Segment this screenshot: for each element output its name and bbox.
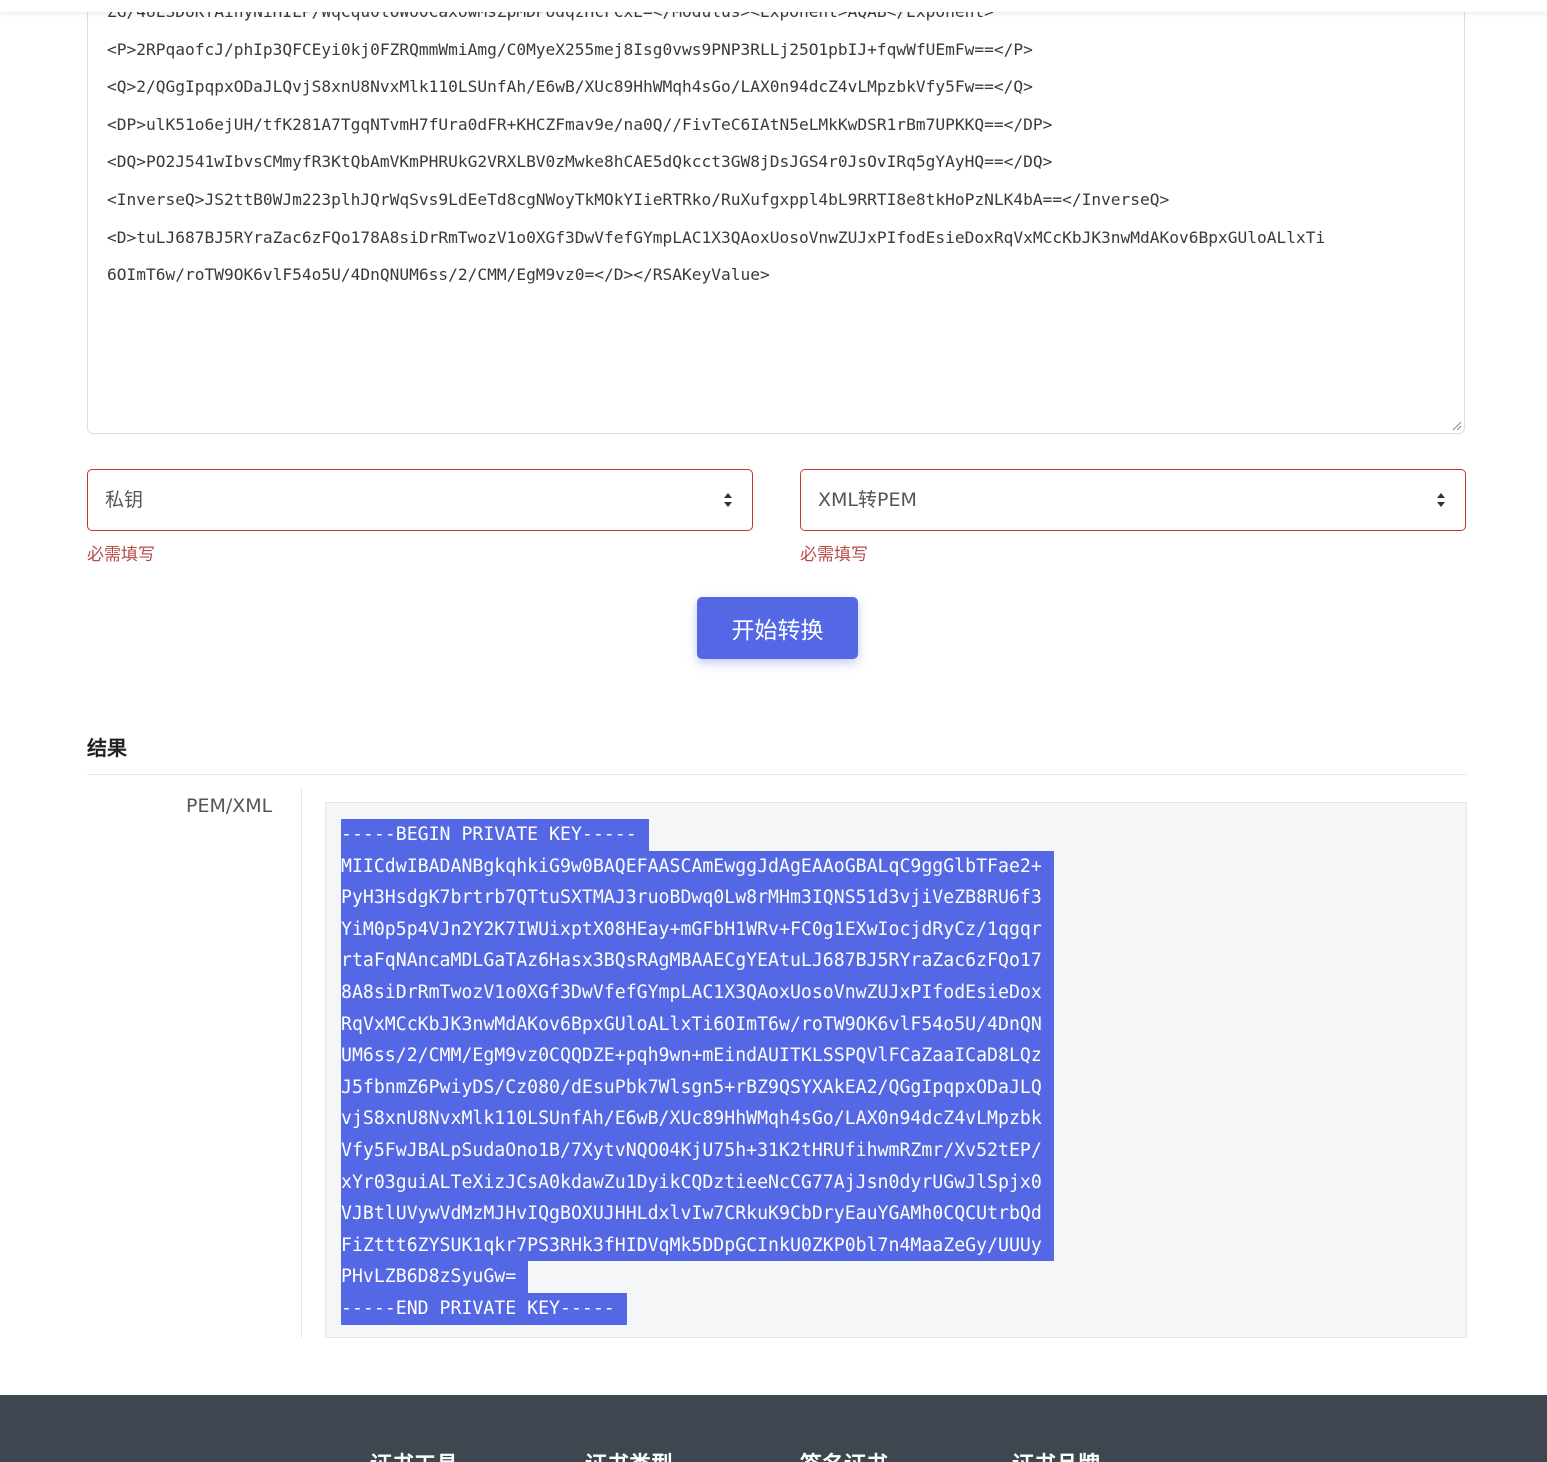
key-type-select-value: 私钥 bbox=[105, 489, 144, 511]
result-line: -----END PRIVATE KEY----- bbox=[341, 1292, 1054, 1325]
result-line-text: YiM0p5p4VJn2Y2K7IWUixptX08HEay+mGFbH1WRv… bbox=[341, 913, 1054, 946]
conversion-error: 必需填写 bbox=[800, 545, 868, 565]
result-line: J5fbnmZ6PwiyDS/Cz080/dEsuPbk7Wlsgn5+rBZ9… bbox=[341, 1071, 1054, 1104]
result-line: -----BEGIN PRIVATE KEY----- bbox=[341, 819, 1054, 851]
result-line-text: rtaFqNAncaMDLGaTAz6Hasx3BQsRAgMBAAECgYEA… bbox=[341, 945, 1054, 977]
footer-heading-signing-certs: 签名证书 bbox=[800, 1447, 888, 1462]
footer-heading-cert-tools: 证书工具 bbox=[370, 1447, 458, 1462]
key-input-line: <InverseQ>JS2ttB0WJm223plhJQrWqSvs9LdEeT… bbox=[107, 189, 1170, 209]
convert-button[interactable]: 开始转换 bbox=[697, 597, 858, 659]
result-line-text: vjS8xnU8NvxMlk110LSUnfAh/E6wB/XUc89HhWMq… bbox=[341, 1103, 1054, 1135]
result-output-text: -----BEGIN PRIVATE KEY----- MIICdwIBADANB… bbox=[341, 819, 1054, 1325]
result-line: RqVxMCcKbJK3nwMdAKov6BpxGUloALlxTi6OImT6… bbox=[341, 1008, 1054, 1041]
key-input-line: <DQ>PO2J541wIbvsCMmyfR3KtQbAmVKmPHRUkG2V… bbox=[107, 152, 1053, 172]
top-bar bbox=[0, 0, 1547, 12]
footer: 证书工具 证书类型 签名证书 证书品牌 bbox=[0, 1395, 1547, 1462]
divider bbox=[301, 788, 302, 1338]
result-line: FiZttt6ZYSUK1qkr7PS3RHk3fHIDVqMk5DDpGCIn… bbox=[341, 1229, 1054, 1262]
result-line-text: -----END PRIVATE KEY----- bbox=[341, 1292, 627, 1325]
key-input-text: ZG/4ULSDUKfAihyNiHILP/WqCqu0l6Wo0CaxowMs… bbox=[107, 0, 1445, 294]
resize-handle-icon[interactable] bbox=[1452, 421, 1462, 431]
key-input-line: <DP>ulK51o6ejUH/tfK281A7TgqNTvmH7fUra0dF… bbox=[107, 114, 1053, 134]
result-line-text: PHvLZB6D8zSyuGw= bbox=[341, 1261, 529, 1293]
result-line-text: PyH3HsdgK7brtrb7QTtuSXTMAJ3ruoBDwq0Lw8rM… bbox=[341, 882, 1054, 914]
result-label: PEM/XML bbox=[186, 795, 273, 817]
result-line-text: FiZttt6ZYSUK1qkr7PS3RHk3fHIDVqMk5DDpGCIn… bbox=[341, 1229, 1054, 1262]
result-line: rtaFqNAncaMDLGaTAz6Hasx3BQsRAgMBAAECgYEA… bbox=[341, 945, 1054, 977]
result-section-title: 结果 bbox=[87, 736, 127, 760]
result-line-text: MIICdwIBADANBgkqhkiG9w0BAQEFAASCAmEwggJd… bbox=[341, 850, 1054, 883]
footer-heading-cert-brands: 证书品牌 bbox=[1012, 1447, 1100, 1462]
result-line: xYr03guiALTeXizJCsA0kdawZu1DyikCQDztieeN… bbox=[341, 1166, 1054, 1199]
conversion-select[interactable]: XML转PEM bbox=[800, 469, 1466, 531]
result-line: Vfy5FwJBALpSudaOno1B/7XytvNQO04KjU75h+31… bbox=[341, 1134, 1054, 1167]
result-line-text: VJBtlUVywVdMzMJHvIQgBOXUJHHLdxlvIw7CRkuK… bbox=[341, 1198, 1054, 1230]
result-line-text: Vfy5FwJBALpSudaOno1B/7XytvNQO04KjU75h+31… bbox=[341, 1134, 1054, 1167]
result-line-text: xYr03guiALTeXizJCsA0kdawZu1DyikCQDztieeN… bbox=[341, 1166, 1054, 1199]
result-line: YiM0p5p4VJn2Y2K7IWUixptX08HEay+mGFbH1WRv… bbox=[341, 913, 1054, 946]
result-line: 8A8siDrRmTwozV1o0XGf3DwVfefGYmpLAC1X3QAo… bbox=[341, 976, 1054, 1009]
select-arrows-icon bbox=[1437, 493, 1445, 507]
result-line-text: 8A8siDrRmTwozV1o0XGf3DwVfefGYmpLAC1X3QAo… bbox=[341, 976, 1054, 1009]
result-output[interactable]: -----BEGIN PRIVATE KEY----- MIICdwIBADANB… bbox=[325, 802, 1467, 1338]
key-input-line: 6OImT6w/roTW9OK6vlF54o5U/4DnQNUM6ss/2/CM… bbox=[107, 265, 770, 285]
key-input-textarea[interactable]: ZG/4ULSDUKfAihyNiHILP/WqCqu0l6Wo0CaxowMs… bbox=[87, 0, 1465, 434]
key-input-line: <P>2RPqaofcJ/phIp3QFCEyi0kj0FZRQmmWmiAmg… bbox=[107, 39, 1033, 59]
result-line: PHvLZB6D8zSyuGw= bbox=[341, 1261, 1054, 1293]
footer-heading-cert-types: 证书类型 bbox=[585, 1447, 673, 1462]
select-arrows-icon bbox=[724, 493, 732, 507]
result-line: PyH3HsdgK7brtrb7QTtuSXTMAJ3ruoBDwq0Lw8rM… bbox=[341, 882, 1054, 914]
divider bbox=[87, 774, 1467, 775]
result-line-text: -----BEGIN PRIVATE KEY----- bbox=[341, 819, 649, 851]
result-line: vjS8xnU8NvxMlk110LSUnfAh/E6wB/XUc89HhWMq… bbox=[341, 1103, 1054, 1135]
key-input-line: <D>tuLJ687BJ5RYraZac6zFQo178A8siDrRmTwoz… bbox=[107, 227, 1326, 247]
result-line: VJBtlUVywVdMzMJHvIQgBOXUJHHLdxlvIw7CRkuK… bbox=[341, 1198, 1054, 1230]
key-type-select[interactable]: 私钥 bbox=[87, 469, 753, 531]
result-line-text: RqVxMCcKbJK3nwMdAKov6BpxGUloALlxTi6OImT6… bbox=[341, 1008, 1054, 1041]
key-input-line: <Q>2/QGgIpqpxODaJLQvjS8xnU8NvxMlk110LSUn… bbox=[107, 77, 1033, 97]
result-line: MIICdwIBADANBgkqhkiG9w0BAQEFAASCAmEwggJd… bbox=[341, 850, 1054, 883]
key-type-error: 必需填写 bbox=[87, 545, 155, 565]
conversion-select-value: XML转PEM bbox=[818, 489, 917, 511]
result-line-text: UM6ss/2/CMM/EgM9vz0CQQDZE+pqh9wn+mEindAU… bbox=[341, 1040, 1054, 1072]
result-line: UM6ss/2/CMM/EgM9vz0CQQDZE+pqh9wn+mEindAU… bbox=[341, 1040, 1054, 1072]
result-line-text: J5fbnmZ6PwiyDS/Cz080/dEsuPbk7Wlsgn5+rBZ9… bbox=[341, 1071, 1054, 1104]
